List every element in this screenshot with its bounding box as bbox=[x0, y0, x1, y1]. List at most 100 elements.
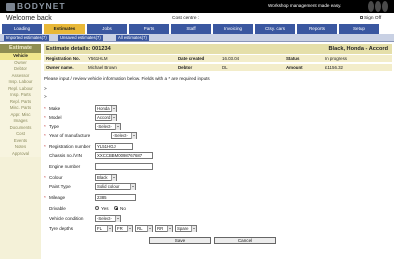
summary-key: Debtor bbox=[178, 65, 193, 70]
summary-key: Owner name. bbox=[46, 65, 74, 70]
year-select[interactable]: -Select- bbox=[111, 132, 137, 139]
year-row: * Year of manufacture -Select- bbox=[44, 132, 392, 139]
subtab-all-estimates[interactable]: All estimates(7) bbox=[116, 35, 149, 41]
summary-value: In progress bbox=[325, 56, 347, 61]
condition-select[interactable]: -Select- bbox=[95, 215, 121, 222]
tab-setup[interactable]: Setup bbox=[339, 24, 379, 34]
summary-key: Status bbox=[286, 56, 300, 61]
colour-value: Black bbox=[97, 175, 108, 180]
paint-label: Paint Type bbox=[49, 184, 71, 189]
tyre-fl-select[interactable]: FL bbox=[95, 225, 113, 232]
subtab-unsaved-estimates[interactable]: Unsaved estimates(7) bbox=[58, 35, 103, 41]
tyre-row: Tyre depths FL FR RL RR Spare bbox=[44, 225, 392, 232]
sign-off-label[interactable]: Sign Off bbox=[364, 16, 381, 21]
estimate-sidebar: Estimate Vehicle Owner Debtor Assessor I… bbox=[0, 44, 41, 259]
paint-select[interactable]: Solid colour bbox=[95, 183, 136, 190]
chassis-input[interactable]: XXCCBBM0098767687 bbox=[95, 152, 153, 159]
chassis-label: Chassis no./VIN bbox=[49, 153, 82, 158]
tab-ctsy-cars[interactable]: Ctsy. cars bbox=[255, 24, 295, 34]
drivable-no-label: No bbox=[120, 206, 126, 211]
colour-select[interactable]: Black bbox=[95, 174, 117, 181]
engine-input[interactable] bbox=[95, 163, 153, 170]
make-label: Make bbox=[49, 106, 61, 111]
tyre-spare-value: Spare bbox=[177, 226, 189, 231]
mileage-label: Mileage bbox=[49, 195, 66, 200]
tyre-spare-select[interactable]: Spare bbox=[175, 225, 197, 232]
tyre-fr-value: FR bbox=[117, 226, 123, 231]
save-button[interactable]: Save bbox=[149, 237, 211, 244]
model-row: * Model Accord bbox=[44, 114, 392, 121]
welcome-row: Welcome back Cost centre : Sign Off bbox=[0, 13, 394, 24]
type-row: * Type -Select- bbox=[44, 123, 392, 130]
colour-label: Colour bbox=[49, 175, 63, 180]
sidebar-item-approval[interactable]: Approval bbox=[0, 150, 41, 157]
model-label: Model bbox=[49, 115, 62, 120]
drivable-yes-radio[interactable] bbox=[95, 206, 100, 211]
required-marker: * bbox=[44, 175, 46, 180]
required-marker: * bbox=[44, 106, 46, 111]
paint-row: Paint Type Solid colour bbox=[44, 183, 392, 190]
drivable-row: Drivable Yes No bbox=[44, 205, 392, 212]
tab-reports[interactable]: Reports bbox=[297, 24, 337, 34]
chevron-down-icon bbox=[111, 175, 116, 181]
cancel-button[interactable]: Cancel bbox=[214, 237, 276, 244]
chevron-down-icon bbox=[115, 216, 120, 222]
tyre-label: Tyre depths bbox=[49, 226, 74, 231]
sub-nav: Imported estimates(7) Unsaved estimates(… bbox=[0, 34, 394, 42]
sign-off-icon bbox=[360, 16, 363, 20]
subtab-imported-estimates[interactable]: Imported estimates(7) bbox=[4, 35, 49, 41]
chevron-down-icon bbox=[147, 226, 152, 232]
summary-value: 16.03.04 bbox=[222, 56, 240, 61]
drivable-yes-label: Yes bbox=[101, 206, 109, 211]
tab-staff[interactable]: Staff bbox=[171, 24, 211, 34]
welcome-text: Welcome back bbox=[6, 15, 52, 22]
summary-row: Registration No. Y561HLM Date created 16… bbox=[44, 55, 392, 62]
summary-value: £1156.32 bbox=[325, 65, 343, 70]
summary-key: Date created bbox=[178, 56, 205, 61]
required-marker: * bbox=[44, 133, 46, 138]
colour-row: * Colour Black bbox=[44, 174, 392, 181]
chevron-down-icon bbox=[167, 226, 172, 232]
make-row: * Make Honda bbox=[44, 105, 392, 112]
tab-parts[interactable]: Parts bbox=[129, 24, 169, 34]
summary-key: Amount bbox=[286, 65, 303, 70]
make-value: Honda bbox=[97, 106, 110, 111]
sign-off-link[interactable]: Sign Off bbox=[360, 16, 381, 21]
tyre-rl-select[interactable]: RL bbox=[135, 225, 153, 232]
tyre-fr-select[interactable]: FR bbox=[115, 225, 133, 232]
logo-icon bbox=[6, 2, 15, 11]
mileage-row: * Mileage 2385 bbox=[44, 194, 392, 201]
chevron-down-icon bbox=[130, 184, 135, 190]
tyre-rr-select[interactable]: RR bbox=[155, 225, 173, 232]
condition-label: Vehicle condition bbox=[49, 216, 84, 221]
make-select[interactable]: Honda bbox=[95, 105, 117, 112]
chassis-row: Chassis no./VIN XXCCBBM0098767687 bbox=[44, 152, 392, 159]
logo: BODYNET bbox=[6, 2, 66, 11]
drivable-label: Drivable bbox=[49, 206, 66, 211]
summary-key: Registration No. bbox=[46, 56, 80, 61]
top-bar: BODYNET Workshop management made easy. bbox=[0, 0, 394, 13]
logo-text: BODYNET bbox=[17, 1, 66, 11]
year-label: Year of manufacture bbox=[49, 133, 91, 138]
drivable-no-radio[interactable] bbox=[114, 206, 119, 211]
tab-loading[interactable]: Loading bbox=[2, 24, 42, 34]
type-select[interactable]: -Select- bbox=[95, 123, 121, 130]
chevron-down-icon bbox=[131, 133, 136, 139]
chevron-down-icon bbox=[191, 226, 196, 232]
tab-invoicing[interactable]: Invoicing bbox=[213, 24, 253, 34]
form-actions: Save Cancel bbox=[44, 237, 392, 244]
type-value: -Select- bbox=[97, 124, 112, 129]
registration-input[interactable]: YL51HGJ bbox=[95, 143, 133, 150]
required-marker: * bbox=[44, 115, 46, 120]
tab-estimates[interactable]: Estimates bbox=[44, 24, 85, 34]
model-select[interactable]: Accord bbox=[95, 114, 117, 121]
year-value: -Select- bbox=[113, 133, 128, 138]
summary-value: Y561HLM bbox=[88, 56, 108, 61]
model-value: Accord bbox=[97, 115, 111, 120]
engine-label: Engine number bbox=[49, 164, 81, 169]
paint-value: Solid colour bbox=[97, 184, 120, 189]
tab-jobs[interactable]: Jobs bbox=[87, 24, 127, 34]
spacer-glyph: > bbox=[44, 86, 47, 91]
mileage-input[interactable]: 2385 bbox=[95, 194, 136, 201]
chevron-down-icon bbox=[107, 226, 112, 232]
